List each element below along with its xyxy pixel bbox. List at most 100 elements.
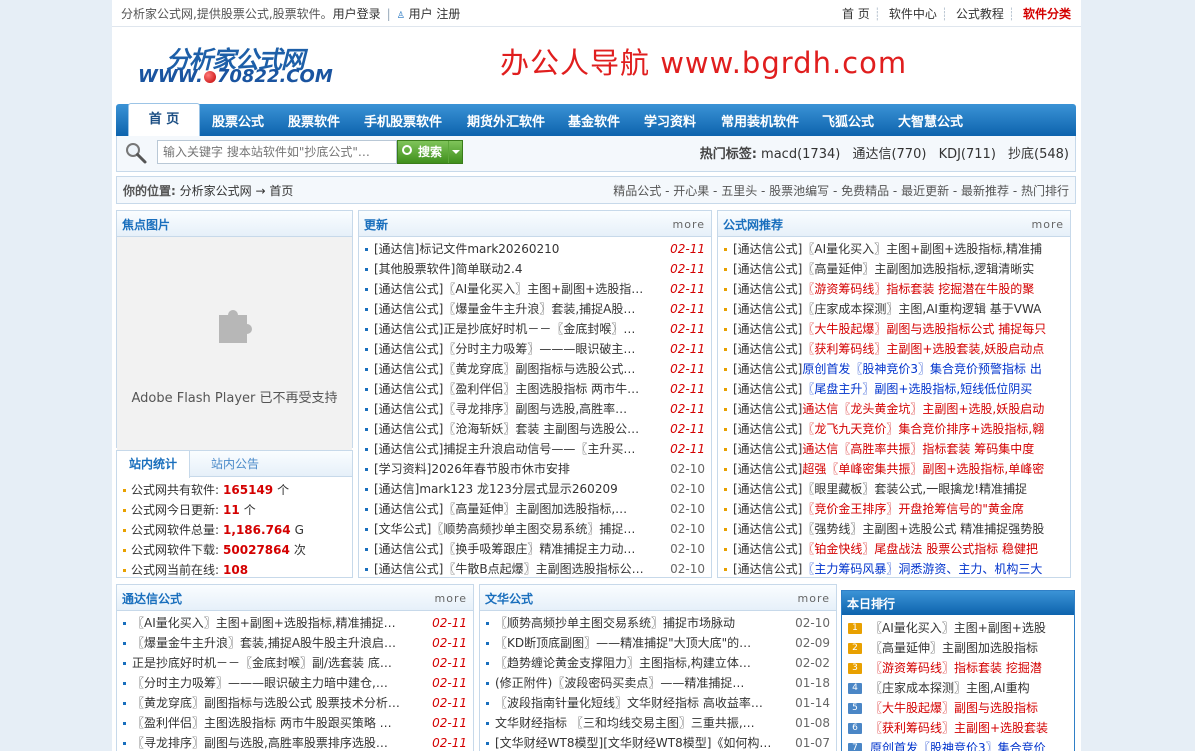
list-item-category[interactable]: [通达信公式] — [733, 562, 802, 576]
rank-item[interactable]: 2 〖高量延伸〗主副图加选股指标 — [848, 638, 1074, 658]
more-link[interactable]: more — [435, 592, 468, 605]
list-item-link[interactable]: 〖KD断顶底副图〗——精准捕捉"大顶大底"的… — [495, 633, 751, 653]
list-item-link[interactable]: 〖竞价金王排序〗开盘抢筹信号的"黄金席 — [802, 502, 1024, 516]
list-item-link[interactable]: 原创首发〖股神竞价3〗集合竞价预警指标 出 — [802, 362, 1041, 376]
list-item-category[interactable]: [通达信公式] — [733, 382, 802, 396]
list-item-link[interactable]: 〖AI量化买入〗主图+副图+选股指标,精准捕捉… — [132, 613, 396, 633]
list-item[interactable]: [通达信公式]〖大牛股起爆〗副图与选股指标公式 捕捉每只 — [718, 319, 1070, 339]
dropdown-arrow-icon[interactable] — [448, 141, 462, 163]
list-item[interactable]: 〖黄龙穿底〗副图指标与选股公式 股票技术分析… 02-11 — [117, 693, 473, 713]
rank-item-link[interactable]: 〖高量延伸〗主副图加选股指标 — [870, 641, 1038, 655]
rank-item[interactable]: 6 〖获利筹码线〗主副图+选股套装 — [848, 718, 1074, 738]
list-item-link[interactable]: 〖波段指南针量化短线〗文华财经指标 高收益率… — [495, 693, 763, 713]
list-item-link[interactable]: 文华财经指标 〖三和均线交易主图〗三重共振,… — [495, 713, 755, 733]
list-item[interactable]: [通达信公式]〖黄龙穿底〗副图指标与选股公式… 02-11 — [359, 359, 711, 379]
list-item[interactable]: [通达信公式]〖换手吸筹跟庄〗精准捕捉主力动… 02-10 — [359, 539, 711, 559]
top-link-category[interactable]: 软件分类 — [1023, 7, 1071, 21]
nav-feihu-formula[interactable]: 飞狐公式 — [822, 111, 874, 130]
list-item[interactable]: 〖AI量化买入〗主图+副图+选股指标,精准捕捉… 02-11 — [117, 613, 473, 633]
list-item-link[interactable]: 〖分时主力吸筹〗———眼识破主力暗中建仓,… — [132, 673, 388, 693]
list-item-link[interactable]: (修正附件)〖波段密码买卖点〗——精准捕捉… — [495, 673, 744, 693]
list-item-link[interactable]: [学习资料]2026年春节股市休市安排 — [374, 459, 570, 479]
list-item-category[interactable]: [通达信公式] — [733, 342, 802, 356]
list-item-link[interactable]: [通达信公式]〖牛散B点起爆〗主副图选股指标公… — [374, 559, 644, 579]
list-item[interactable]: [通达信公式]〖高量延伸〗主副图加选股指标,… 02-10 — [359, 499, 711, 519]
list-item-link[interactable]: 〖黄龙穿底〗副图指标与选股公式 股票技术分析… — [132, 693, 400, 713]
list-item[interactable]: (修正附件)〖波段密码买卖点〗——精准捕捉… 01-18 — [480, 673, 836, 693]
list-item[interactable]: 〖顺势高频抄单主图交易系统〗捕捉市场脉动 02-10 — [480, 613, 836, 633]
list-item-link[interactable]: 〖顺势高频抄单主图交易系统〗捕捉市场脉动 — [495, 613, 735, 633]
list-item-category[interactable]: [通达信公式] — [733, 502, 802, 516]
list-item-link[interactable]: [通达信公式]〖爆量金牛主升浪〗套装,捕捉A股… — [374, 299, 635, 319]
list-item-category[interactable]: [通达信公式] — [733, 402, 802, 416]
search-input[interactable] — [157, 140, 397, 164]
list-item[interactable]: [通达信公式]〖游资筹码线〗指标套装 挖掘潜在牛股的聚 — [718, 279, 1070, 299]
list-item-category[interactable]: [通达信公式] — [733, 442, 802, 456]
list-item[interactable]: [通达信公式]〖庄家成本探测〗主图,AI重构逻辑 基于VWA — [718, 299, 1070, 319]
hot-tag[interactable]: macd(1734) — [761, 147, 840, 162]
list-item-link[interactable]: 〖大牛股起爆〗副图与选股指标公式 捕捉每只 — [802, 322, 1046, 336]
list-item[interactable]: [通达信]标记文件mark20260210 02-11 — [359, 239, 711, 259]
list-item[interactable]: [通达信公式]正是抄底好时机－－〖金底封喉〗… 02-11 — [359, 319, 711, 339]
list-item[interactable]: [学习资料]2026年春节股市休市安排 02-10 — [359, 459, 711, 479]
rank-item-link[interactable]: 〖获利筹码线〗主副图+选股套装 — [870, 721, 1048, 735]
list-item[interactable]: [通达信公式]〖竞价金王排序〗开盘抢筹信号的"黄金席 — [718, 499, 1070, 519]
list-item[interactable]: [通达信公式]〖沧海斩妖〗套装 主副图与选股公… 02-11 — [359, 419, 711, 439]
nav-dzh-formula[interactable]: 大智慧公式 — [898, 111, 963, 130]
list-item-link[interactable]: [通达信公式]〖分时主力吸筹〗———眼识破主… — [374, 339, 635, 359]
breadcrumb-path[interactable]: 分析家公式网 → 首页 — [180, 184, 294, 198]
list-item[interactable]: 〖寻龙排序〗副图与选股,高胜率股票排序选股… 02-11 — [117, 733, 473, 751]
list-item[interactable]: 〖波段指南针量化短线〗文华财经指标 高收益率… 01-14 — [480, 693, 836, 713]
list-item-link[interactable]: 〖游资筹码线〗指标套装 挖掘潜在牛股的聚 — [802, 282, 1034, 296]
list-item[interactable]: [文华公式]〖顺势高频抄单主图交易系统〗捕捉… 02-10 — [359, 519, 711, 539]
nav-learning[interactable]: 学习资料 — [644, 111, 696, 130]
list-item-link[interactable]: [通达信公式]正是抄底好时机－－〖金底封喉〗… — [374, 319, 635, 339]
list-item-link[interactable]: 〖铂金快线〗尾盘战法 股票公式指标 稳健把 — [802, 542, 1038, 556]
list-item-link[interactable]: [通达信]mark123 龙123分层式显示260209 — [374, 479, 618, 499]
rank-item-link[interactable]: 〖AI量化买入〗主图+副图+选股 — [870, 621, 1046, 635]
list-item[interactable]: [通达信公式]〖尾盘主升〗副图+选股指标,短线低位阴买 — [718, 379, 1070, 399]
list-item[interactable]: 〖KD断顶底副图〗——精准捕捉"大顶大底"的… 02-09 — [480, 633, 836, 653]
list-item[interactable]: [通达信公式]〖寻龙排序〗副图与选股,高胜率… 02-11 — [359, 399, 711, 419]
list-item[interactable]: 〖分时主力吸筹〗———眼识破主力暗中建仓,… 02-11 — [117, 673, 473, 693]
list-item[interactable]: [通达信公式]〖AI量化买入〗主图+副图+选股指标,精准捕 — [718, 239, 1070, 259]
list-item-category[interactable]: [通达信公式] — [733, 302, 802, 316]
list-item-link[interactable]: 〖获利筹码线〗主副图+选股套装,妖股启动点 — [802, 342, 1044, 356]
list-item-link[interactable]: 超强〖单峰密集共振〗副图+选股指标,单峰密 — [802, 462, 1044, 476]
hot-tag[interactable]: KDJ(711) — [939, 147, 996, 162]
list-item-link[interactable]: 〖趋势缠论黄金支撑阻力〗主图指标,构建立体… — [495, 653, 751, 673]
login-link[interactable]: 用户登录 — [333, 7, 381, 21]
list-item-link[interactable]: 〖AI量化买入〗主图+副图+选股指标,精准捕 — [802, 242, 1042, 256]
nav-futures-software[interactable]: 期货外汇软件 — [467, 111, 545, 130]
nav-fund-software[interactable]: 基金软件 — [568, 111, 620, 130]
list-item-link[interactable]: [通达信公式]〖高量延伸〗主副图加选股指标,… — [374, 499, 627, 519]
nav-home[interactable]: 首 页 — [128, 103, 200, 136]
more-link[interactable]: more — [798, 592, 831, 605]
list-item[interactable]: [通达信公式]〖牛散B点起爆〗主副图选股指标公… 02-10 — [359, 559, 711, 579]
list-item-link[interactable]: [文华公式]〖顺势高频抄单主图交易系统〗捕捉… — [374, 519, 635, 539]
list-item[interactable]: [通达信公式]〖主力筹码风暴〗洞悉游资、主力、机构三大 — [718, 559, 1070, 579]
search-button[interactable]: 搜索 — [397, 140, 463, 164]
list-item-category[interactable]: [通达信公式] — [733, 262, 802, 276]
rank-item[interactable]: 5 〖大牛股起爆〗副图与选股指标 — [848, 698, 1074, 718]
list-item[interactable]: [通达信公式]〖眼里藏板〗套装公式,一眼擒龙!精准捕捉 — [718, 479, 1070, 499]
list-item-link[interactable]: [通达信公式]〖寻龙排序〗副图与选股,高胜率… — [374, 399, 627, 419]
list-item[interactable]: [通达信公式]〖强势线〗主副图+选股公式 精准捕捉强势股 — [718, 519, 1070, 539]
tab-stats[interactable]: 站内统计 — [117, 451, 191, 478]
list-item[interactable]: [通达信公式]〖获利筹码线〗主副图+选股套装,妖股启动点 — [718, 339, 1070, 359]
list-item-category[interactable]: [通达信公式] — [733, 482, 802, 496]
rank-item[interactable]: 1 〖AI量化买入〗主图+副图+选股 — [848, 618, 1074, 638]
list-item[interactable]: [通达信公式]超强〖单峰密集共振〗副图+选股指标,单峰密 — [718, 459, 1070, 479]
rank-item[interactable]: 7 原创首发〖股神竞价3〗集合竞价 — [848, 738, 1074, 751]
rank-item-link[interactable]: 〖游资筹码线〗指标套装 挖掘潜 — [870, 661, 1042, 675]
list-item-link[interactable]: [通达信公式]〖黄龙穿底〗副图指标与选股公式… — [374, 359, 635, 379]
banner-ad[interactable]: 办公人导航 www.bgrdh.com — [500, 40, 907, 82]
list-item-link[interactable]: 〖寻龙排序〗副图与选股,高胜率股票排序选股… — [132, 733, 388, 751]
more-link[interactable]: more — [673, 218, 706, 231]
top-link-software[interactable]: 软件中心 — [889, 7, 937, 21]
list-item[interactable]: [通达信公式]通达信〖龙头黄金坑〗主副图+选股,妖股启动 — [718, 399, 1070, 419]
list-item[interactable]: 〖趋势缠论黄金支撑阻力〗主图指标,构建立体… 02-02 — [480, 653, 836, 673]
hot-tag[interactable]: 抄底(548) — [1008, 147, 1069, 162]
nav-stock-software[interactable]: 股票软件 — [288, 111, 340, 130]
list-item-link[interactable]: [文华财经WT8模型][文华财经WT8模型]《如何构… — [495, 733, 771, 751]
